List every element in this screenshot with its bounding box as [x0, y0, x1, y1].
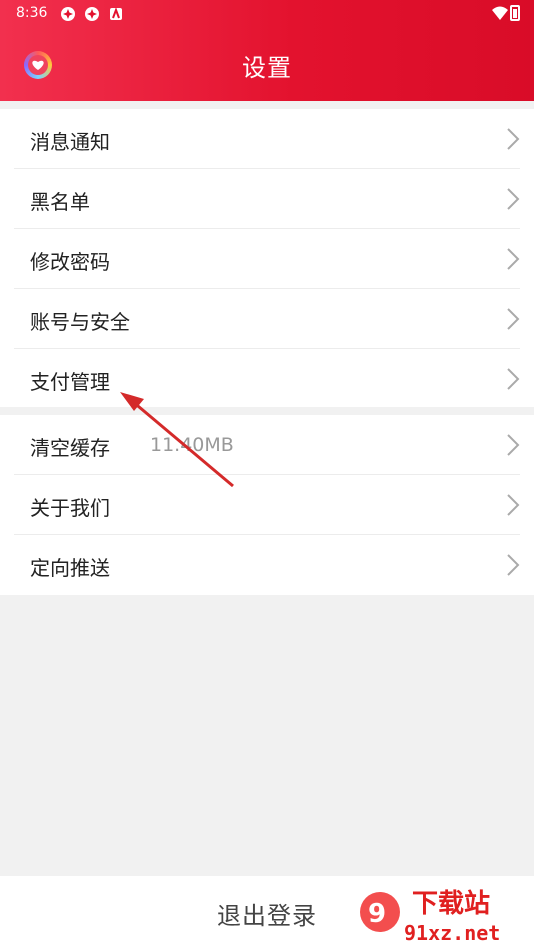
settings-item-blacklist[interactable]: 黑名单: [0, 169, 534, 229]
app-icon: [85, 7, 99, 21]
status-bar: 8:36: [0, 0, 534, 28]
footer-bar: 退出登录 9 下载站 91xz.net: [0, 876, 534, 950]
chevron-right-icon: [507, 308, 520, 330]
svg-text:9: 9: [368, 899, 386, 929]
wifi-icon: [492, 6, 508, 20]
settings-item-payment-management[interactable]: 支付管理: [0, 349, 534, 407]
chevron-right-icon: [507, 554, 520, 576]
chevron-right-icon: [507, 188, 520, 210]
chevron-right-icon: [507, 368, 520, 390]
settings-item-label: 定向推送: [30, 556, 110, 580]
watermark-logo: 9 下载站 91xz.net: [360, 889, 500, 945]
settings-item-notifications[interactable]: 消息通知: [0, 109, 534, 169]
battery-icon: [510, 5, 520, 21]
settings-item-label: 消息通知: [30, 130, 110, 154]
a-icon: [110, 7, 122, 20]
settings-item-label: 修改密码: [30, 250, 110, 274]
cache-size-value: 11.40MB: [150, 434, 234, 456]
status-time: 8:36: [16, 5, 48, 21]
watermark-url: 91xz.net: [404, 921, 500, 945]
chevron-right-icon: [507, 494, 520, 516]
app-icon: [61, 7, 75, 21]
settings-item-account-security[interactable]: 账号与安全: [0, 289, 534, 349]
page-title: 设置: [242, 54, 292, 82]
header-bar: 8:36 设置: [0, 0, 534, 101]
settings-item-label: 清空缓存: [30, 436, 110, 460]
chevron-right-icon: [507, 248, 520, 270]
settings-item-label: 支付管理: [30, 370, 110, 394]
settings-item-label: 账号与安全: [30, 310, 130, 334]
settings-item-label: 关于我们: [30, 496, 110, 520]
chevron-right-icon: [507, 434, 520, 456]
settings-item-change-password[interactable]: 修改密码: [0, 229, 534, 289]
settings-item-targeted-push[interactable]: 定向推送: [0, 535, 534, 595]
watermark-text: 下载站: [412, 889, 490, 919]
settings-item-about-us[interactable]: 关于我们: [0, 475, 534, 535]
settings-group-main: 消息通知 黑名单 修改密码 账号与安全 支付管理: [0, 109, 534, 407]
chevron-right-icon: [507, 128, 520, 150]
settings-group-other: 清空缓存 11.40MB 关于我们 定向推送: [0, 415, 534, 595]
settings-item-clear-cache[interactable]: 清空缓存 11.40MB: [0, 415, 534, 475]
settings-item-label: 黑名单: [30, 190, 90, 214]
